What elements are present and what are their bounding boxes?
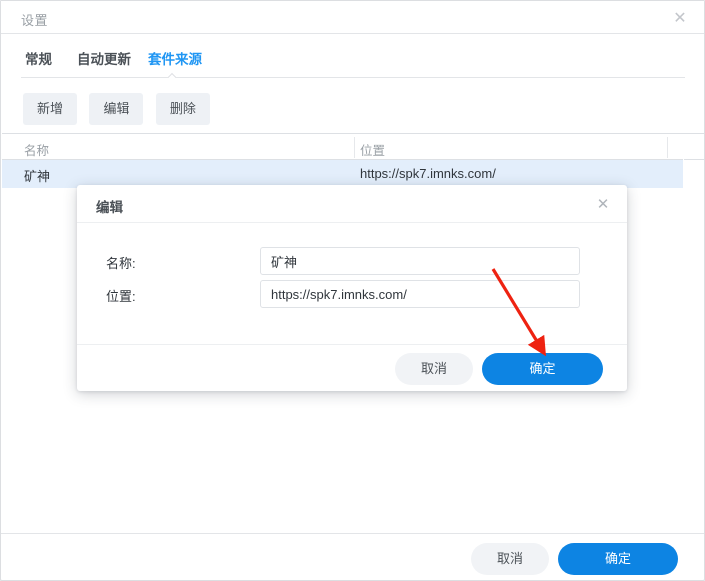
cell-location: https://spk7.imnks.com/ (360, 166, 496, 181)
name-field-label: 名称: (106, 253, 136, 272)
delete-button[interactable]: 删除 (156, 93, 210, 125)
close-icon[interactable]: ✕ (670, 8, 690, 28)
dialog-footer-divider (77, 344, 627, 345)
tab-package-sources[interactable]: 套件来源 (148, 48, 202, 68)
cell-name: 矿神 (24, 166, 50, 185)
active-tab-caret-icon (166, 72, 177, 78)
add-button[interactable]: 新增 (23, 93, 77, 125)
cancel-button[interactable]: 取消 (471, 543, 549, 575)
dialog-titlebar: 编辑 ✕ (77, 185, 627, 223)
table-header-row: 名称 位置 (2, 133, 704, 160)
package-sources-table: 名称 位置 矿神 https://spk7.imnks.com/ (2, 133, 704, 188)
confirm-button[interactable]: 确定 (558, 543, 678, 575)
window-footer: 取消 确定 (1, 534, 704, 580)
column-header-name[interactable]: 名称 (24, 140, 49, 159)
tab-bar: 常规 自动更新 套件来源 (1, 35, 704, 79)
table-row[interactable]: 矿神 https://spk7.imnks.com/ (2, 160, 683, 188)
dialog-cancel-button[interactable]: 取消 (395, 353, 473, 385)
close-icon[interactable]: ✕ (593, 194, 613, 214)
table-toolbar: 新增 编辑 删除 (23, 93, 218, 125)
edit-button[interactable]: 编辑 (89, 93, 143, 125)
window-titlebar: 设置 ✕ (1, 1, 704, 34)
column-header-location[interactable]: 位置 (360, 140, 385, 159)
table-header-edge (683, 134, 684, 161)
tab-general[interactable]: 常规 (25, 48, 52, 68)
location-field-label: 位置: (106, 286, 136, 305)
dialog-ok-button[interactable]: 确定 (482, 353, 603, 385)
column-separator[interactable] (667, 137, 668, 158)
name-input[interactable] (260, 247, 580, 275)
settings-window: 设置 ✕ 常规 自动更新 套件来源 新增 编辑 删除 名称 位置 矿神 http… (0, 0, 705, 581)
tab-auto-update[interactable]: 自动更新 (77, 48, 131, 68)
location-input[interactable] (260, 280, 580, 308)
dialog-title: 编辑 (96, 196, 123, 216)
tab-divider (21, 77, 685, 78)
window-title: 设置 (21, 10, 48, 29)
column-separator[interactable] (354, 137, 355, 158)
